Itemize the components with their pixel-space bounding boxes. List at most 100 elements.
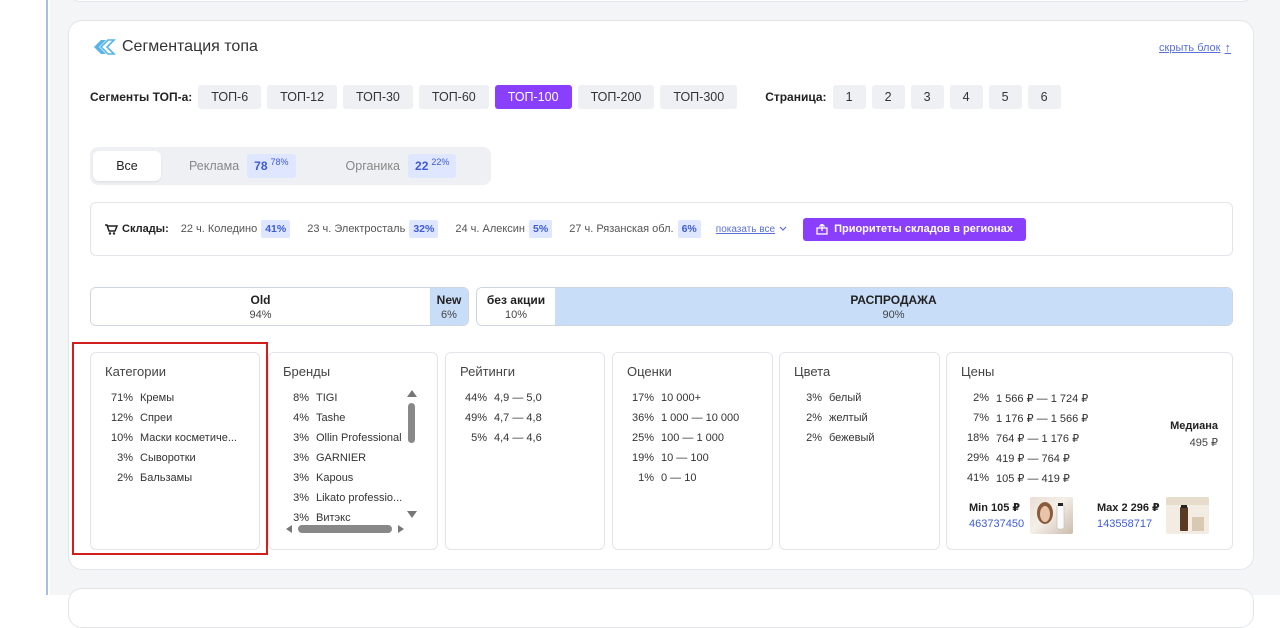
scroll-right-arrow-icon[interactable]: [398, 525, 404, 533]
list-item[interactable]: 49% 4,7 — 4,8: [446, 408, 604, 428]
item-name: желтый: [829, 412, 868, 424]
list-item[interactable]: 3% белый: [780, 388, 939, 408]
page-button-5[interactable]: 5: [988, 85, 1022, 109]
item-name: 105 ₽ — 419 ₽: [996, 472, 1070, 485]
item-percent: 3%: [117, 452, 133, 464]
item-name: 4,7 — 4,8: [494, 412, 542, 424]
segment-top-60[interactable]: ТОП-60: [418, 85, 489, 109]
list-item[interactable]: 36% 1 000 — 10 000: [613, 408, 772, 428]
list-item[interactable]: 12% Спреи: [91, 408, 259, 428]
list-item[interactable]: 41% 105 ₽ — 419 ₽: [947, 468, 1232, 488]
warehouse-name: 24 ч. Алексин: [455, 223, 526, 235]
list-item[interactable]: 2% 1 566 ₽ — 1 724 ₽: [947, 388, 1232, 408]
list-item[interactable]: 5% 4,4 — 4,6: [446, 428, 604, 448]
min-price-sku-link[interactable]: 463737450: [969, 518, 1024, 530]
item-percent: 44%: [464, 392, 487, 404]
segment-top-200[interactable]: ТОП-200: [577, 85, 655, 109]
colors-title: Цвета: [794, 364, 831, 379]
tab-all[interactable]: Все: [93, 151, 161, 181]
list-item[interactable]: 4% Tashe: [269, 408, 407, 428]
item-name: 0 — 10: [661, 472, 697, 484]
scroll-up-arrow-icon[interactable]: [407, 390, 417, 397]
segment-top-100[interactable]: ТОП-100: [494, 85, 572, 109]
warehouses-label: Склады:: [122, 223, 169, 235]
categories-column: Категории 71% Кремы 12% Спреи 10% Маски кос…: [90, 352, 260, 550]
max-price-product: Max 2 296 ₽ 143558717: [1097, 497, 1209, 534]
list-item[interactable]: 10% Маски косметиче...: [91, 428, 259, 448]
item-name: 419 ₽ — 764 ₽: [996, 452, 1070, 465]
product-photo-icon: [1165, 497, 1209, 531]
item-percent: 2%: [973, 392, 989, 404]
page-button-3[interactable]: 3: [910, 85, 944, 109]
brands-vertical-scrollbar[interactable]: [406, 390, 418, 520]
categories-list: 71% Кремы 12% Спреи 10% Маски косметиче... …: [91, 388, 259, 488]
brands-list: 8% TIGI 4% Tashe 3% Ollin Professional 3% GA…: [269, 388, 407, 528]
page-button-1[interactable]: 1: [832, 85, 866, 109]
scroll-thumb[interactable]: [298, 525, 392, 533]
list-item[interactable]: 2% желтый: [780, 408, 939, 428]
segment-top-12[interactable]: ТОП-12: [267, 85, 338, 109]
brands-title: Бренды: [283, 364, 331, 379]
max-price-sku-link[interactable]: 143558717: [1097, 518, 1160, 530]
scroll-down-arrow-icon[interactable]: [407, 511, 417, 518]
traffic-filter-tabs: Все Реклама 78 78% Органика 22 22%: [90, 147, 491, 185]
show-all-warehouses-link[interactable]: показать все: [716, 224, 787, 235]
page-button-2[interactable]: 2: [871, 85, 905, 109]
ratings-column: Рейтинги 44% 4,9 — 5,0 49% 4,7 — 4,8 5% 4,4…: [445, 352, 605, 550]
warehouse-percent: 6%: [677, 220, 701, 238]
hide-block-label: скрыть блок: [1159, 41, 1221, 54]
page-label: Страница:: [765, 90, 827, 104]
segment-top-6[interactable]: ТОП-6: [198, 85, 262, 109]
item-name: Бальзамы: [140, 472, 193, 484]
warehouse-priorities-label: Приоритеты складов в регионах: [834, 223, 1013, 235]
export-icon: [816, 223, 828, 235]
item-name: 1 000 — 10 000: [661, 412, 740, 424]
organic-count-badge: 22 22%: [408, 154, 457, 178]
item-percent: 29%: [966, 452, 989, 464]
list-item[interactable]: 19% 10 — 100: [613, 448, 772, 468]
list-item[interactable]: 2% Бальзамы: [91, 468, 259, 488]
list-item[interactable]: 3% Kapous: [269, 468, 407, 488]
list-item[interactable]: 3% Сыворотки: [91, 448, 259, 468]
max-price-product-thumbnail[interactable]: [1165, 497, 1209, 534]
list-item[interactable]: 44% 4,9 — 5,0: [446, 388, 604, 408]
prices-title: Цены: [961, 364, 995, 379]
warehouse-name: 23 ч. Электросталь: [307, 223, 406, 235]
warehouse-cart-icon: [105, 224, 118, 235]
list-item[interactable]: 3% Ollin Professional: [269, 428, 407, 448]
tab-organic[interactable]: Органика 22 22%: [346, 151, 457, 181]
page-button-6[interactable]: 6: [1027, 85, 1061, 109]
list-item[interactable]: 3% GARNIER: [269, 448, 407, 468]
left-rail: [0, 0, 48, 595]
brands-horizontal-scrollbar[interactable]: [286, 524, 406, 534]
list-item[interactable]: 17% 10 000+: [613, 388, 772, 408]
item-percent: 5%: [471, 432, 487, 444]
ratings-title: Рейтинги: [460, 364, 515, 379]
hide-block-link[interactable]: скрыть блок ↑: [1159, 40, 1231, 55]
median-label: Медиана: [1170, 420, 1218, 432]
warehouse-priorities-button[interactable]: Приоритеты складов в регионах: [803, 217, 1026, 241]
list-item[interactable]: 25% 100 — 1 000: [613, 428, 772, 448]
item-name: Kapous: [316, 472, 354, 484]
scroll-thumb[interactable]: [408, 403, 415, 443]
segment-old: Old 94%: [91, 288, 430, 325]
warehouse-item: 22 ч. Коледино 41%: [181, 220, 291, 238]
list-item[interactable]: 71% Кремы: [91, 388, 259, 408]
page-button-4[interactable]: 4: [949, 85, 983, 109]
min-price-product-thumbnail[interactable]: [1030, 497, 1074, 534]
item-name: Сыворотки: [140, 452, 196, 464]
list-item[interactable]: 2% бежевый: [780, 428, 939, 448]
item-name: Спреи: [140, 412, 173, 424]
list-item[interactable]: 29% 419 ₽ — 764 ₽: [947, 448, 1232, 468]
scroll-left-arrow-icon[interactable]: [286, 525, 292, 533]
item-percent: 2%: [806, 432, 822, 444]
list-item[interactable]: 3% Likato professio...: [269, 488, 407, 508]
item-percent: 10%: [110, 432, 133, 444]
segment-top-300[interactable]: ТОП-300: [660, 85, 738, 109]
list-item[interactable]: 1% 0 — 10: [613, 468, 772, 488]
list-item[interactable]: 8% TIGI: [269, 388, 407, 408]
tab-ads[interactable]: Реклама 78 78%: [189, 151, 296, 181]
item-name: 4,9 — 5,0: [494, 392, 542, 404]
segment-top-30[interactable]: ТОП-30: [343, 85, 413, 109]
ads-count: 78: [254, 159, 268, 173]
